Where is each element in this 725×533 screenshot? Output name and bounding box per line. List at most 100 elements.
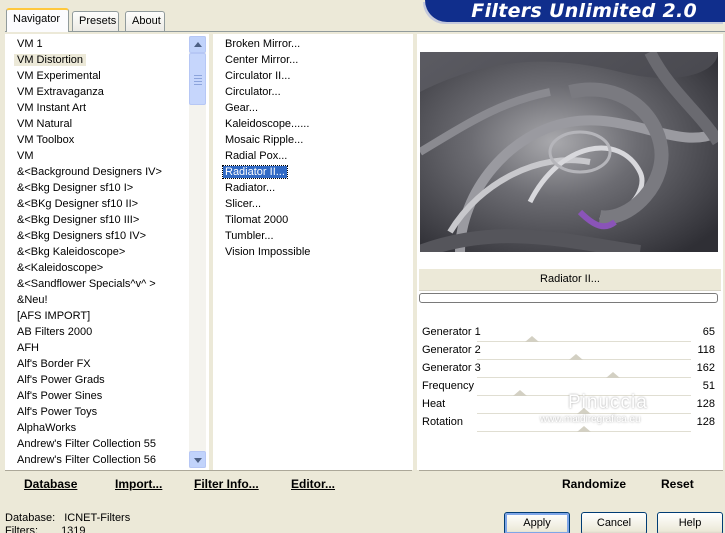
grip-line	[194, 84, 202, 85]
tab-about[interactable]: About	[125, 11, 165, 31]
filter-item[interactable]: Tumbler...	[225, 228, 274, 244]
category-item[interactable]: Alf's Power Sines	[17, 388, 102, 404]
param-slider-thumb[interactable]	[577, 426, 592, 432]
help-button[interactable]: Help	[657, 512, 723, 533]
param-value: 51	[702, 380, 715, 392]
filter-item[interactable]: Vision Impossible	[225, 244, 310, 260]
category-item[interactable]: VM 1	[17, 36, 43, 52]
database-button[interactable]: Database	[24, 477, 77, 491]
reset-button[interactable]: Reset	[661, 477, 694, 491]
category-item[interactable]: Andrew's Filter Collection 55	[17, 436, 156, 452]
filter-item[interactable]: Gear...	[225, 100, 258, 116]
status-filters: Filters: 1319	[5, 525, 86, 533]
category-item-label: VM Natural	[17, 118, 73, 130]
filter-item-label: Circulator...	[225, 86, 281, 98]
param-row[interactable]: Generator 2 118	[419, 342, 721, 360]
filter-item[interactable]: Circulator...	[225, 84, 281, 100]
scroll-up-button[interactable]	[189, 36, 206, 53]
category-item-label: &<Bkg Designers sf10 IV>	[17, 230, 147, 242]
import-button[interactable]: Import...	[115, 477, 162, 491]
category-item[interactable]: VM Distortion	[14, 52, 87, 68]
filter-item-label: Center Mirror...	[225, 54, 299, 66]
category-item[interactable]: AlphaWorks	[17, 420, 76, 436]
category-item-label: &<Bkg Designer sf10 I>	[17, 182, 134, 194]
filter-info-button[interactable]: Filter Info...	[194, 477, 259, 491]
category-item-label: VM Extravaganza	[17, 86, 104, 98]
category-item[interactable]: VM	[17, 148, 34, 164]
param-value: 128	[696, 416, 715, 428]
filter-item[interactable]: Kaleidoscope......	[225, 116, 309, 132]
category-item-label: &<BKg Designer sf10 II>	[17, 198, 139, 210]
param-row[interactable]: Generator 3 162	[419, 360, 721, 378]
filter-item[interactable]: Radiator...	[225, 180, 275, 196]
apply-button[interactable]: Apply	[504, 512, 570, 533]
filter-item[interactable]: Tilomat 2000	[225, 212, 288, 228]
filter-item[interactable]: Circulator II...	[225, 68, 290, 84]
preview-toolbar: Randomize Reset	[419, 470, 723, 497]
scroll-down-button[interactable]	[189, 451, 206, 468]
status-database-label: Database:	[5, 512, 56, 524]
param-value: 162	[696, 362, 715, 374]
filter-list[interactable]: Broken Mirror... Center Mirror... Circulat…	[222, 36, 405, 276]
category-scrollbar[interactable]	[189, 36, 206, 468]
category-item-label: &<Kaleidoscope>	[17, 262, 104, 274]
category-item-label: &<Background Designers IV>	[17, 166, 162, 178]
filter-item-label: Broken Mirror...	[225, 38, 301, 50]
category-item-label: VM Toolbox	[17, 134, 75, 146]
param-label: Generator 3	[422, 362, 481, 374]
filter-item[interactable]: Slicer...	[225, 196, 261, 212]
param-row[interactable]: Generator 1 65	[419, 324, 721, 342]
tab-navigator[interactable]: Navigator	[6, 8, 69, 32]
category-item[interactable]: &<Sandflower Specials^v^ >	[17, 276, 156, 292]
param-label: Generator 1	[422, 326, 481, 338]
category-item-label: AlphaWorks	[17, 422, 77, 434]
filter-item[interactable]: Radial Pox...	[225, 148, 287, 164]
category-item[interactable]: &<Bkg Designer sf10 I>	[17, 180, 133, 196]
category-item[interactable]: &<Bkg Designers sf10 IV>	[17, 228, 146, 244]
param-value: 128	[696, 398, 715, 410]
preview-image	[420, 52, 718, 252]
category-list[interactable]: VM 1 VM Distortion VM Experimental VM Extra…	[14, 36, 187, 468]
param-label: Frequency	[422, 380, 474, 392]
cancel-button[interactable]: Cancel	[581, 512, 647, 533]
category-item[interactable]: VM Extravaganza	[17, 84, 104, 100]
editor-button[interactable]: Editor...	[291, 477, 335, 491]
category-item[interactable]: &<Bkg Kaleidoscope>	[17, 244, 125, 260]
category-item[interactable]: VM Natural	[17, 116, 72, 132]
category-item-label: VM	[17, 150, 34, 162]
filter-item[interactable]: Radiator II...	[222, 164, 288, 180]
category-item-label: AFH	[17, 342, 39, 354]
tab-presets[interactable]: Presets	[72, 11, 119, 31]
banner-title: Filters Unlimited 2.0	[471, 0, 697, 22]
category-item[interactable]: &<Bkg Designer sf10 III>	[17, 212, 139, 228]
category-item[interactable]: [AFS IMPORT]	[17, 308, 90, 324]
category-item[interactable]: AFH	[17, 340, 39, 356]
category-item[interactable]: &<Kaleidoscope>	[17, 260, 103, 276]
category-item[interactable]: &<BKg Designer sf10 II>	[17, 196, 138, 212]
category-item[interactable]: AB Filters 2000	[17, 324, 92, 340]
filter-item-label: Radiator...	[225, 182, 276, 194]
list-toolbar: Database Import... Filter Info... Editor…	[5, 470, 412, 497]
status-database: Database: ICNET-Filters	[5, 512, 130, 524]
category-item[interactable]: Andrew's Filter Collection 56	[17, 452, 156, 468]
filter-item-label: Circulator II...	[225, 70, 291, 82]
filter-item[interactable]: Center Mirror...	[225, 52, 298, 68]
category-item[interactable]: VM Experimental	[17, 68, 101, 84]
category-item[interactable]: &<Background Designers IV>	[17, 164, 162, 180]
scroll-thumb[interactable]	[189, 53, 206, 105]
grip-line	[194, 81, 202, 82]
grip-line	[194, 78, 202, 79]
category-item[interactable]: Alf's Power Grads	[17, 372, 105, 388]
category-item[interactable]: Alf's Border FX	[17, 356, 91, 372]
category-item[interactable]: &Neu!	[17, 292, 48, 308]
param-value: 65	[702, 326, 715, 338]
category-item[interactable]: Alf's Power Toys	[17, 404, 97, 420]
param-label: Rotation	[422, 416, 463, 428]
param-value: 118	[697, 344, 715, 356]
filter-item[interactable]: Mosaic Ripple...	[225, 132, 303, 148]
category-item[interactable]: VM Instant Art	[17, 100, 86, 116]
filter-item[interactable]: Broken Mirror...	[225, 36, 300, 52]
randomize-button[interactable]: Randomize	[562, 477, 626, 491]
filter-item-label: Tilomat 2000	[225, 214, 289, 226]
category-item[interactable]: VM Toolbox	[17, 132, 74, 148]
